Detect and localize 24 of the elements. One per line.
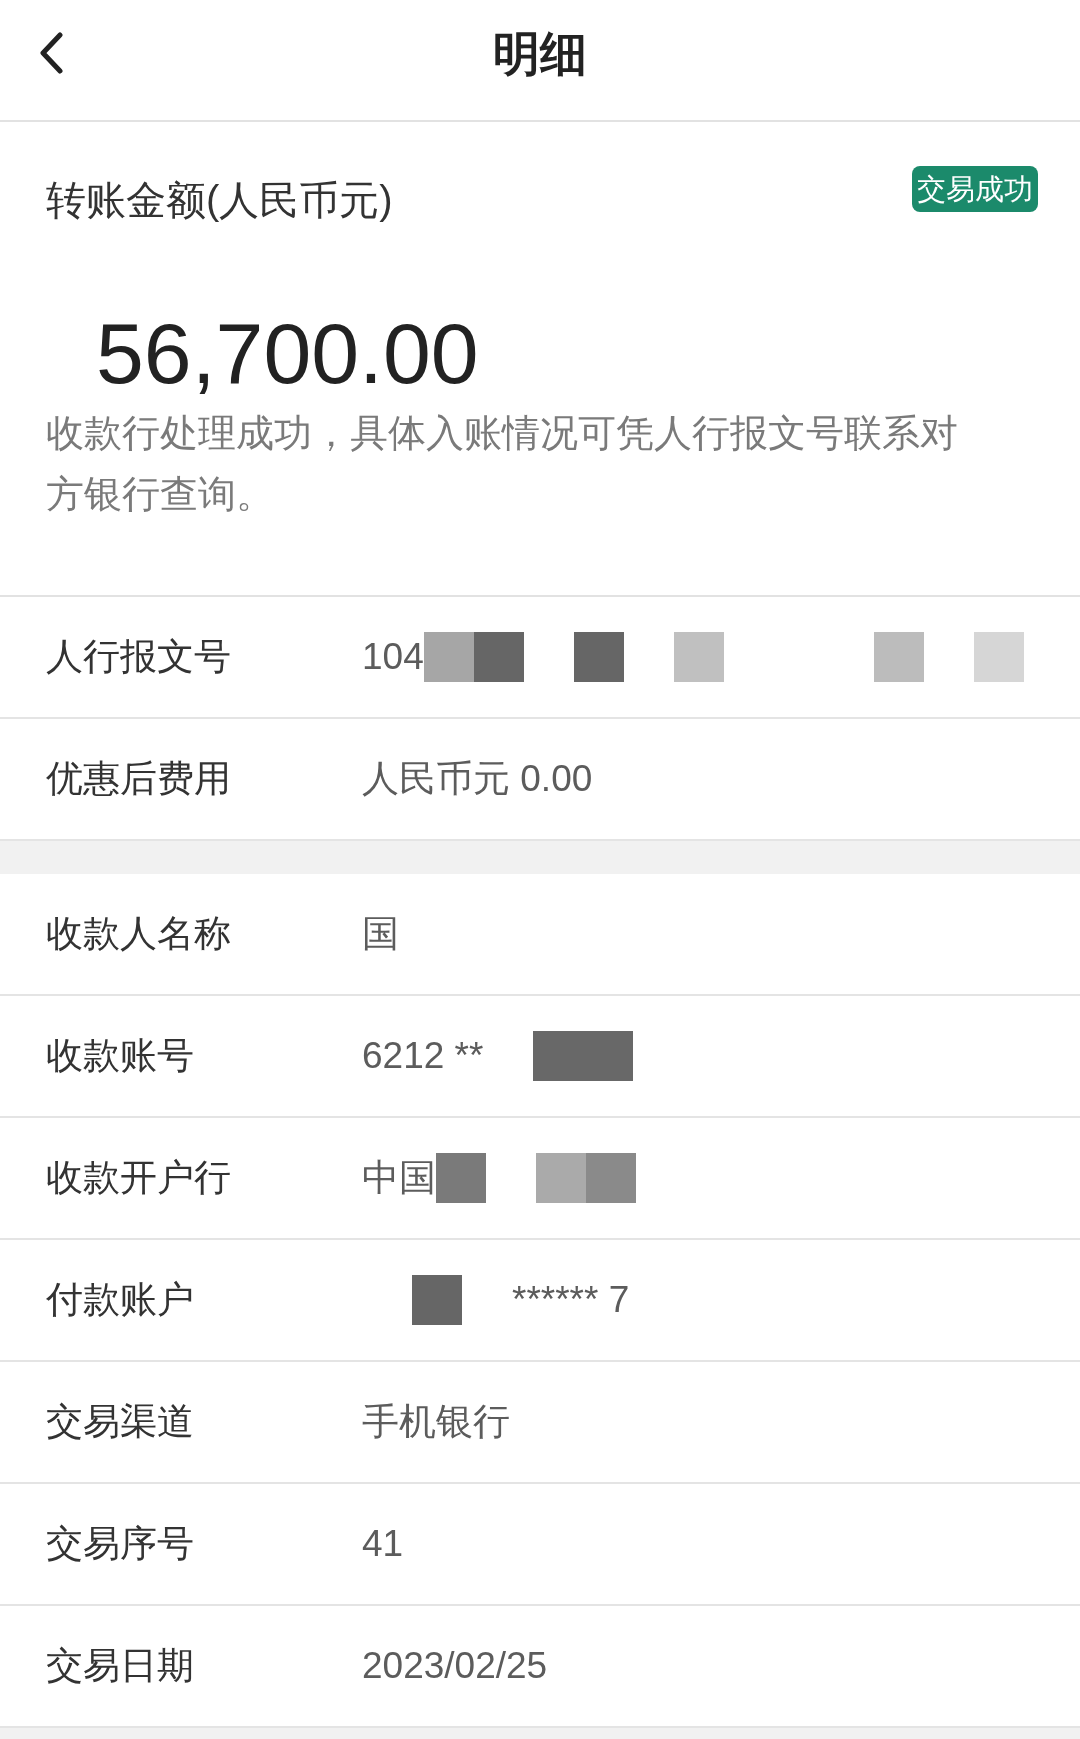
detail-value: 中国 — [362, 1156, 436, 1200]
detail-label: 付款账户 — [46, 1278, 195, 1322]
detail-label: 交易渠道 — [46, 1400, 195, 1444]
detail-value: 41 — [362, 1523, 404, 1565]
detail-label: 交易序号 — [46, 1522, 195, 1566]
status-tag: 交易成功 — [912, 166, 1038, 212]
amount-label: 转账金额(人民币元) — [46, 177, 393, 224]
detail-value: 6212 ** — [362, 1035, 484, 1077]
detail-value: 手机银行 — [362, 1400, 510, 1444]
detail-value: 104 — [362, 636, 424, 678]
status-note: 收款行处理成功，具体入账情况可凭人行报文号联系对方银行查询。 — [46, 411, 959, 517]
back-icon[interactable] — [38, 32, 64, 74]
detail-value: 人民币元 0.00 — [362, 757, 593, 801]
page-title: 明细 — [493, 25, 587, 82]
detail-label: 收款账号 — [46, 1034, 195, 1078]
detail-value: 2023/02/25 — [362, 1645, 548, 1687]
detail-value: 国 — [362, 912, 399, 956]
detail-label: 交易日期 — [46, 1644, 195, 1688]
detail-label: 收款人名称 — [46, 912, 232, 956]
amount-value: 56,700.00 — [96, 304, 480, 403]
detail-label: 人行报文号 — [46, 635, 232, 679]
detail-value: ****** 7 — [512, 1279, 630, 1321]
detail-label: 优惠后费用 — [46, 757, 232, 801]
detail-label: 收款开户行 — [46, 1156, 232, 1200]
